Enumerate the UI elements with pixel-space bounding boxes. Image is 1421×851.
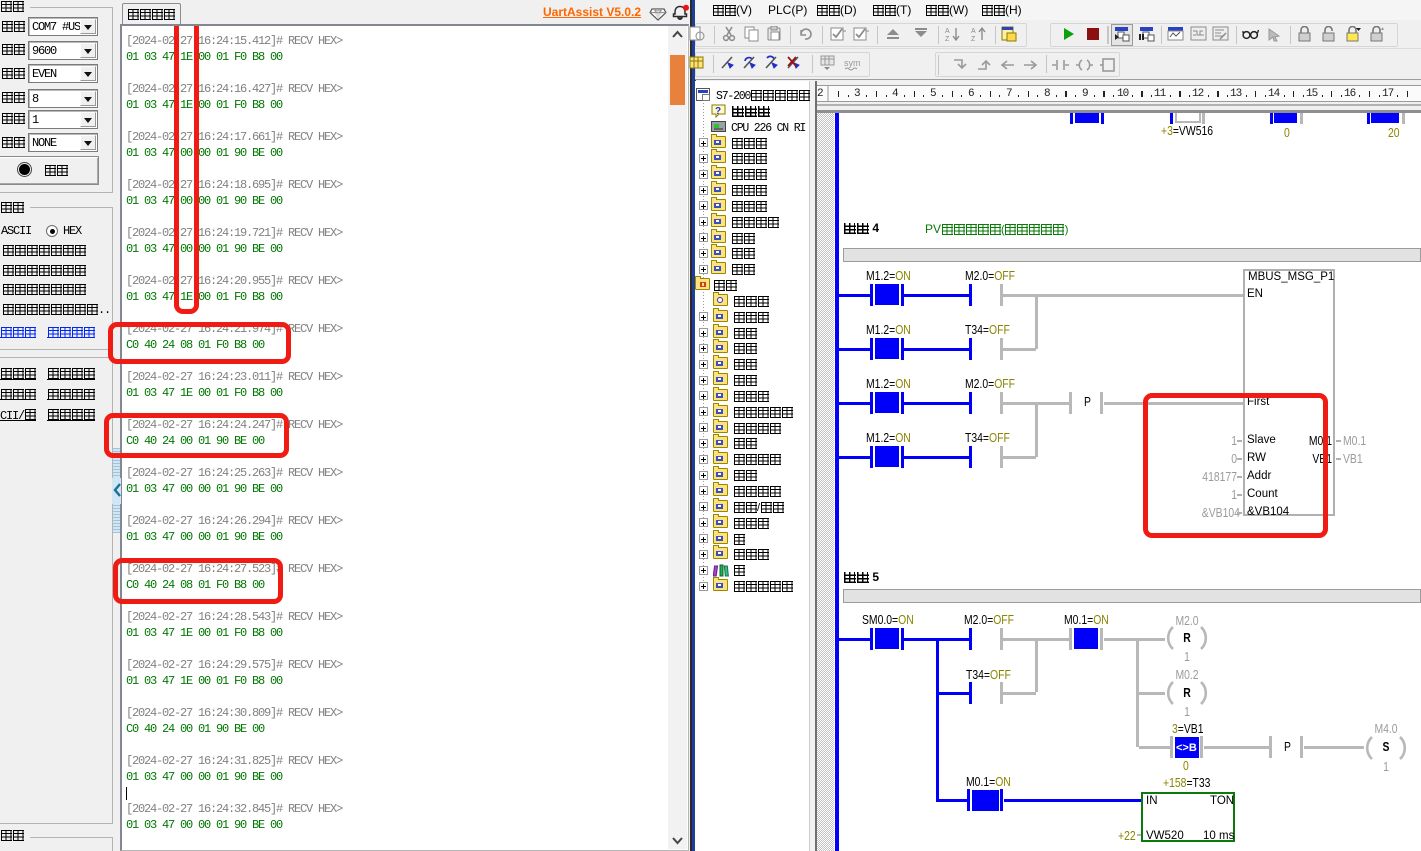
svg-text:A: A bbox=[945, 28, 950, 35]
svg-text:Z: Z bbox=[945, 36, 950, 42]
svg-text:A: A bbox=[971, 28, 976, 35]
svg-text:?: ? bbox=[715, 106, 721, 117]
svg-text:sym: sym bbox=[844, 58, 861, 68]
svg-text:Z: Z bbox=[971, 36, 976, 42]
